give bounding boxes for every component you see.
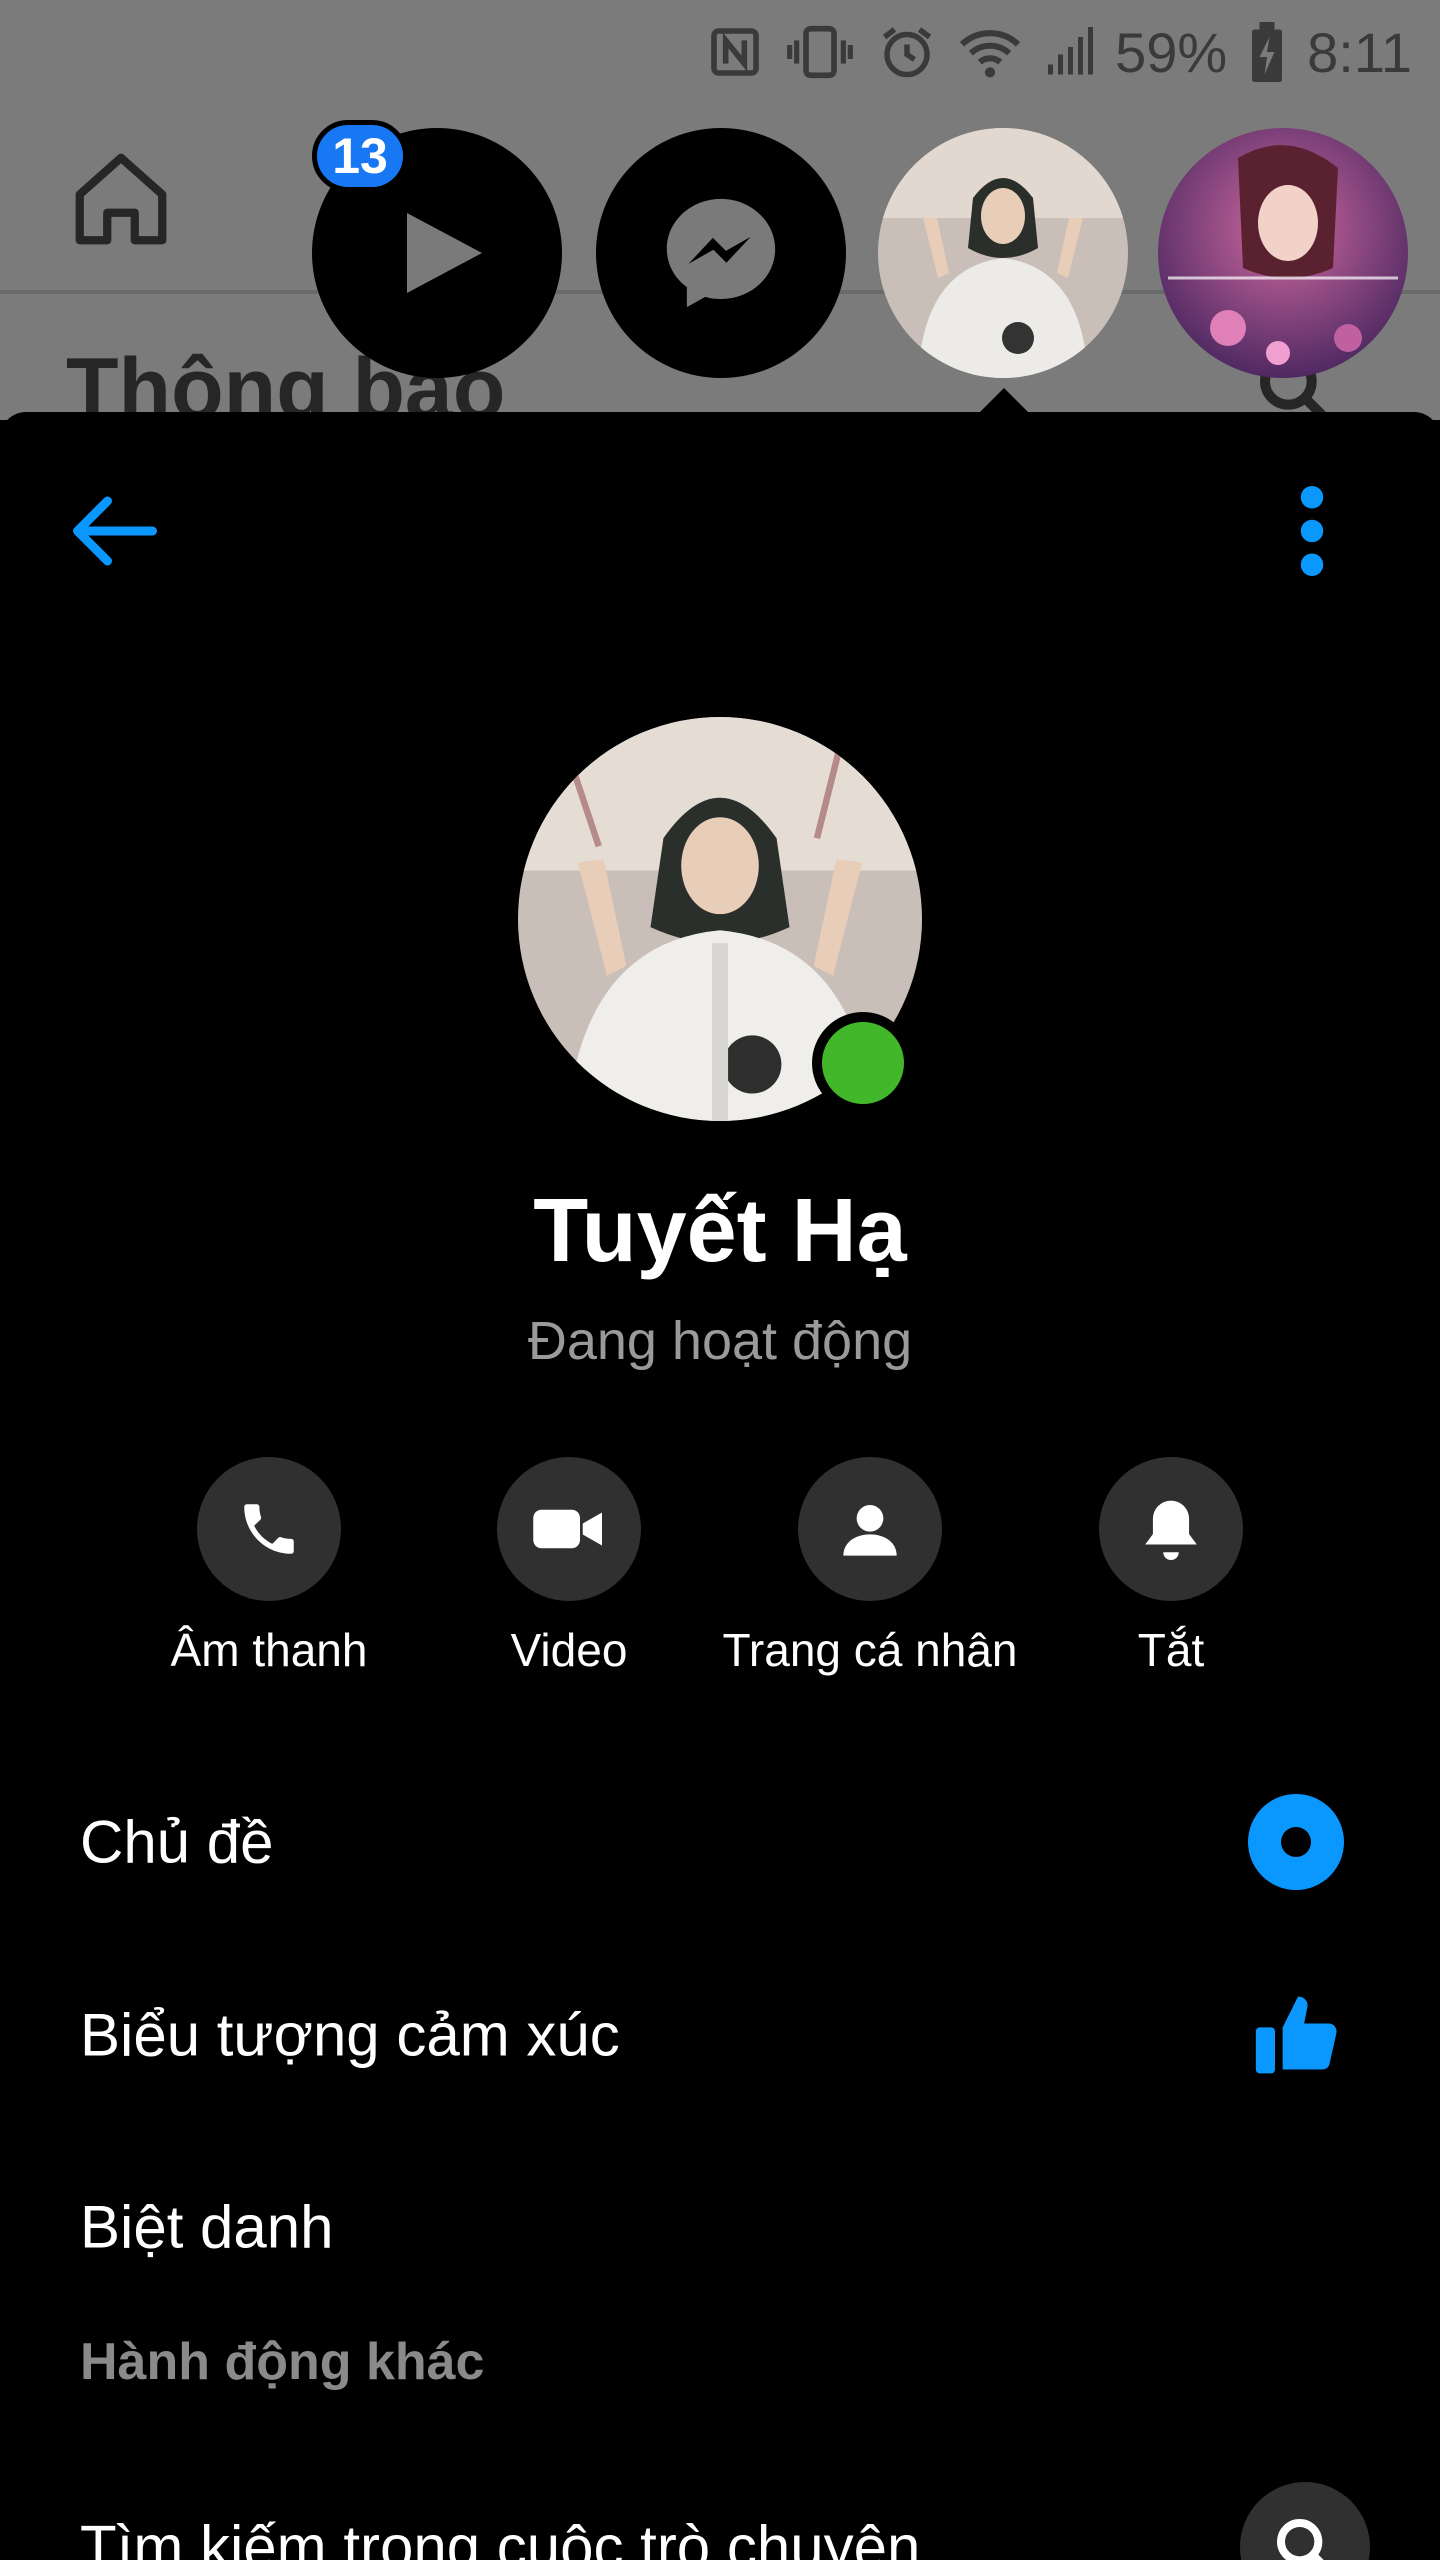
- profile-name: Tuyết Hạ: [533, 1181, 907, 1281]
- battery-icon: [1252, 22, 1283, 82]
- profile-status: Đang hoạt động: [527, 1311, 913, 1371]
- online-status-dot: [812, 1012, 914, 1114]
- back-button[interactable]: [60, 476, 170, 586]
- messenger-icon: [666, 198, 776, 308]
- person-icon: [843, 1505, 897, 1556]
- quick-actions: Âm thanh Video Trang cá nhân Tắt: [0, 1457, 1440, 1687]
- profile-label: Trang cá nhân: [722, 1624, 1018, 1676]
- video-camera-icon: [533, 1509, 602, 1549]
- search-conversation-button[interactable]: [1240, 2482, 1370, 2560]
- anime-contact-photo: [1158, 128, 1408, 378]
- alarm-icon: [882, 27, 932, 78]
- nickname-row[interactable]: Biệt danh: [0, 2152, 1440, 2302]
- more-options-button[interactable]: [1262, 476, 1362, 586]
- profile-action[interactable]: Trang cá nhân: [705, 1457, 1035, 1677]
- more-actions-header: Hành động khác: [80, 2333, 485, 2391]
- contact-photo: [878, 128, 1128, 378]
- audio-call-label: Âm thanh: [170, 1624, 368, 1676]
- profile-button[interactable]: [798, 1457, 942, 1601]
- audio-call-action[interactable]: Âm thanh: [104, 1457, 434, 1677]
- emoji-label: Biểu tượng cảm xúc: [80, 2001, 620, 2069]
- sheet-top-bar: [0, 412, 1440, 632]
- search-conversation-row[interactable]: Tìm kiếm trong cuộc trò chuyện: [0, 2472, 1440, 2560]
- home-icon[interactable]: [66, 144, 176, 254]
- contact-head-active[interactable]: [878, 128, 1128, 378]
- kebab-menu-icon: [1300, 486, 1324, 576]
- signal-icon: [1048, 27, 1094, 75]
- emoji-row[interactable]: Biểu tượng cảm xúc: [0, 1960, 1440, 2110]
- mute-label: Tắt: [1137, 1624, 1205, 1676]
- active-head-pointer: [978, 388, 1030, 414]
- phone-icon: [244, 1504, 294, 1554]
- theme-color-icon: [1248, 1794, 1344, 1890]
- audio-call-button[interactable]: [197, 1457, 341, 1601]
- search-conversation-label: Tìm kiếm trong cuộc trò chuyện: [80, 2513, 921, 2560]
- arrow-left-icon: [73, 496, 157, 566]
- bell-icon: [1145, 1500, 1197, 1560]
- search-icon: [1277, 2519, 1324, 2560]
- contact-head-anime[interactable]: [1158, 128, 1408, 378]
- play-icon: [407, 213, 482, 293]
- video-call-label: Video: [510, 1624, 628, 1676]
- clock: 8:11: [1307, 20, 1412, 84]
- nfc-icon: [711, 28, 759, 76]
- mute-button[interactable]: [1099, 1457, 1243, 1601]
- status-bar: 59% 8:11: [0, 0, 1440, 104]
- notification-badge: 13: [312, 120, 408, 192]
- messenger-head[interactable]: [596, 128, 846, 378]
- vibrate-icon: [787, 25, 853, 79]
- wifi-icon: [959, 30, 1021, 78]
- mute-action[interactable]: Tắt: [1006, 1457, 1336, 1677]
- battery-percent: 59%: [1115, 20, 1228, 84]
- video-call-button[interactable]: [497, 1457, 641, 1601]
- theme-row[interactable]: Chủ đề: [0, 1767, 1440, 1917]
- nickname-label: Biệt danh: [80, 2193, 334, 2261]
- conversation-info-sheet: Tuyết Hạ Đang hoạt động Âm thanh Video T…: [0, 412, 1440, 2560]
- theme-label: Chủ đề: [80, 1808, 274, 1876]
- thumbs-up-icon: [1255, 1996, 1337, 2074]
- video-call-action[interactable]: Video: [404, 1457, 734, 1677]
